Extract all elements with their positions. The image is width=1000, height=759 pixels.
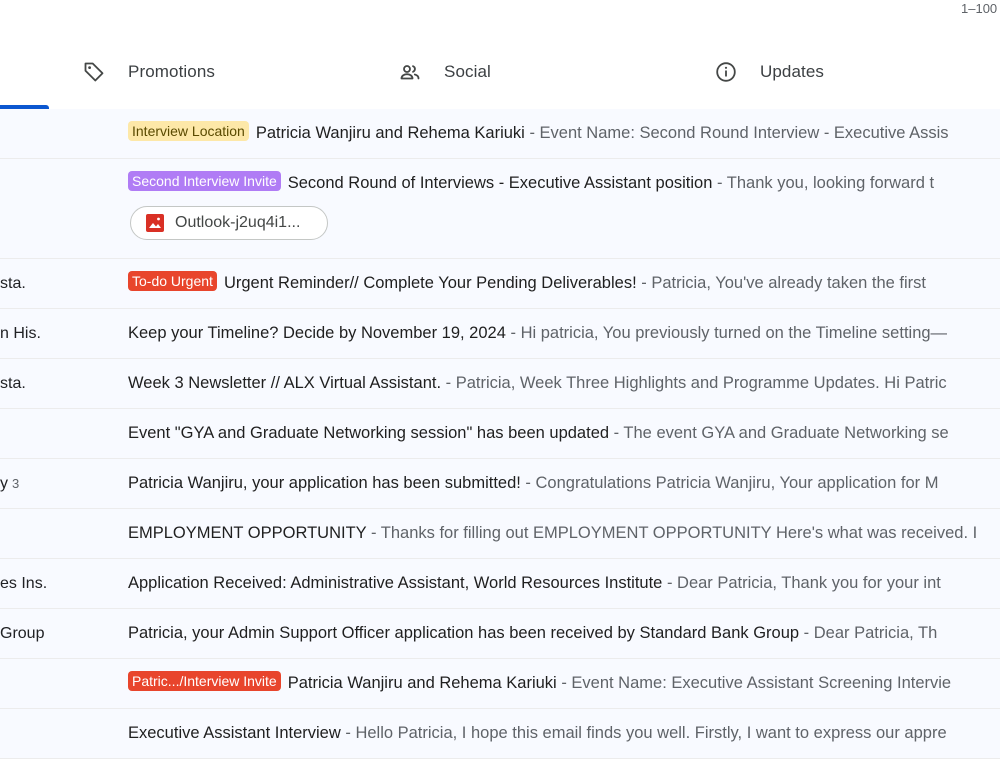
separator: - [441,374,456,392]
separator: - [524,124,540,142]
separator: - [799,624,814,642]
email-line: Event "GYA and Graduate Networking sessi… [128,409,949,458]
tab-label: Social [444,62,491,81]
pagination-range: 1–100 [961,1,998,16]
separator: - [609,424,624,442]
sender-name: y [0,475,8,492]
email-row[interactable]: Group Patricia, your Admin Support Offic… [0,609,1000,659]
email-line: EMPLOYMENT OPPORTUNITY - Thanks for fill… [128,509,977,558]
email-snippet: Patricia, Week Three Highlights and Prog… [455,374,947,392]
separator: - [662,574,678,592]
email-sender: Group [0,625,45,642]
email-snippet: Patricia, You've already taken the first [651,274,926,292]
email-snippet: Event Name: Second Round Interview - Exe… [539,124,949,142]
email-row[interactable]: Patric.../Interview Invite Patricia Wanji… [0,659,1000,709]
email-sender: y3 [0,459,110,508]
tag-icon [82,60,106,84]
email-row[interactable]: Executive Assistant Interview - Hello Pa… [0,709,1000,759]
email-subject: Week 3 Newsletter // ALX Virtual Assista… [128,374,442,392]
label-interview-location[interactable]: Interview Location [128,121,249,141]
thread-count: 3 [12,476,20,491]
email-line: Patricia Wanjiru, your application has b… [128,459,938,508]
label-todo-urgent[interactable]: To-do Urgent [128,271,217,291]
email-line: Keep your Timeline? Decide by November 1… [128,309,947,358]
label-patric-interview-invite[interactable]: Patric.../Interview Invite [128,671,281,691]
email-subject: Application Received: Administrative Ass… [128,574,663,592]
email-row[interactable]: sta. Week 3 Newsletter // ALX Virtual As… [0,359,1000,409]
separator: - [340,724,356,742]
email-sender: n His. [0,325,41,342]
attachment-name: Outlook-j2uq4i1... [175,214,301,231]
email-snippet: Dear Patricia, Thank you for your int [677,574,941,592]
email-subject: Urgent Reminder// Complete Your Pending … [223,274,637,292]
email-row[interactable]: y3 Patricia Wanjiru, your application ha… [0,459,1000,509]
separator: - [505,324,521,342]
tab-label: Promotions [128,62,215,81]
people-icon [398,60,422,84]
tab-label: Updates [760,62,825,81]
email-subject: Executive Assistant Interview [128,724,341,742]
email-line: Second Interview Invite Second Round of I… [128,159,934,208]
email-sender: sta. [0,275,26,292]
attachment-chip[interactable]: Outlook-j2uq4i1... [130,206,328,240]
email-snippet: The event GYA and Graduate Networking se [623,424,949,442]
email-line: Patricia, your Admin Support Officer app… [128,609,937,658]
email-row[interactable]: es Ins. Application Received: Administra… [0,559,1000,609]
email-line: Executive Assistant Interview - Hello Pa… [128,709,947,758]
email-subject: Patricia Wanjiru and Rehema Kariuki [287,674,557,692]
email-snippet: Event Name: Executive Assistant Screenin… [571,674,952,692]
email-snippet: Hello Patricia, I hope this email finds … [355,724,947,742]
email-row[interactable]: EMPLOYMENT OPPORTUNITY - Thanks for fill… [0,509,1000,559]
email-row[interactable]: sta. To-do Urgent Urgent Reminder// Compl… [0,259,1000,309]
email-snippet: Thank you, looking forward t [726,174,935,192]
email-line: Application Received: Administrative Ass… [128,559,941,608]
email-subject: Second Round of Interviews - Executive A… [287,174,713,192]
email-sender: sta. [0,375,26,392]
email-snippet: Thanks for filling out EMPLOYMENT OPPORT… [380,524,978,542]
separator: - [520,474,536,492]
category-tabs: Promotions Social Updates [0,36,1000,110]
email-subject: Patricia, your Admin Support Officer app… [128,624,800,642]
email-line: Interview Location Patricia Wanjiru and R… [128,109,949,158]
email-subject: Event "GYA and Graduate Networking sessi… [128,424,610,442]
email-row[interactable]: Second Interview Invite Second Round of I… [0,159,1000,259]
image-file-icon [145,213,165,233]
info-icon [714,60,738,84]
email-line: To-do Urgent Urgent Reminder// Complete Y… [128,259,926,308]
email-list: Interview Location Patricia Wanjiru and R… [0,109,1000,759]
email-line: Patric.../Interview Invite Patricia Wanji… [128,659,951,708]
label-second-interview-invite[interactable]: Second Interview Invite [128,171,281,191]
email-row[interactable]: Event "GYA and Graduate Networking sessi… [0,409,1000,459]
separator: - [636,274,652,292]
email-line: Week 3 Newsletter // ALX Virtual Assista… [128,359,947,408]
tab-promotions[interactable]: Promotions [82,36,215,108]
email-row[interactable]: Interview Location Patricia Wanjiru and R… [0,109,1000,159]
email-snippet: Hi patricia, You previously turned on th… [520,324,948,342]
separator: - [556,674,572,692]
separator: - [712,174,727,192]
email-subject: Keep your Timeline? Decide by November 1… [128,324,506,342]
email-row[interactable]: n His. Keep your Timeline? Decide by Nov… [0,309,1000,359]
email-subject: Patricia Wanjiru, your application has b… [128,474,521,492]
separator: - [366,524,381,542]
tab-social[interactable]: Social [398,36,491,108]
email-snippet: Dear Patricia, Th [813,624,938,642]
email-subject: EMPLOYMENT OPPORTUNITY [128,524,367,542]
tab-updates[interactable]: Updates [714,36,824,108]
email-sender: es Ins. [0,575,48,592]
email-snippet: Congratulations Patricia Wanjiru, Your a… [535,474,939,492]
email-subject: Patricia Wanjiru and Rehema Kariuki [255,124,525,142]
